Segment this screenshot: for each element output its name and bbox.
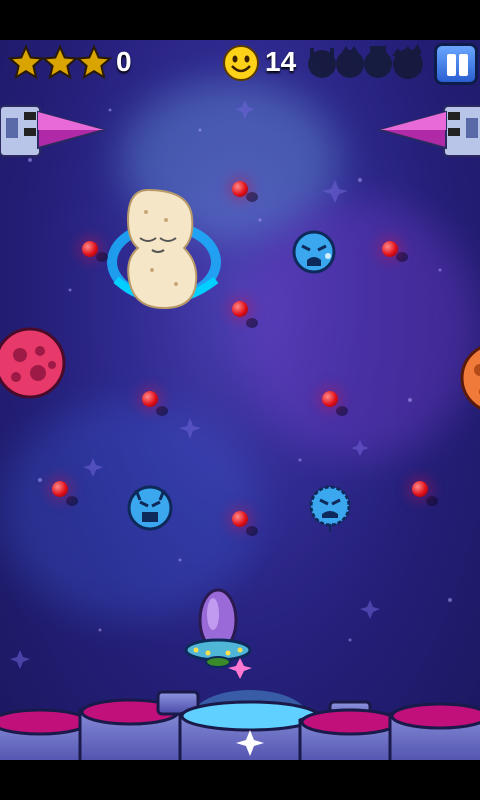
red-peg xyxy=(232,511,248,527)
right-launcher xyxy=(376,105,480,157)
red-peg xyxy=(322,391,338,407)
blue-monster-spiky xyxy=(309,485,351,532)
bucket xyxy=(0,708,92,760)
bucket xyxy=(388,702,480,760)
star-icon xyxy=(41,44,79,80)
pink-asteroid xyxy=(0,327,66,399)
game-area[interactable]: 0 14 xyxy=(0,40,480,760)
red-peg xyxy=(82,241,98,257)
screen: 0 14 xyxy=(0,0,480,800)
blue-monster-crying xyxy=(292,230,336,274)
monster-silhouette-icon xyxy=(364,46,392,78)
red-peg xyxy=(232,181,248,197)
red-peg xyxy=(52,481,68,497)
status-bar xyxy=(0,0,480,40)
monster-silhouette-icon xyxy=(392,44,423,79)
orange-asteroid xyxy=(460,346,480,410)
monster-silhouette-icon xyxy=(336,46,364,78)
pause-button[interactable] xyxy=(434,43,478,85)
left-launcher xyxy=(0,105,108,157)
smiley-count: 14 xyxy=(265,46,297,77)
star-rating xyxy=(8,44,113,80)
blue-monster-horned xyxy=(127,485,173,531)
red-peg xyxy=(382,241,398,257)
red-peg xyxy=(142,391,158,407)
red-peg xyxy=(412,481,428,497)
red-peg xyxy=(232,301,248,317)
smiley-icon xyxy=(223,45,259,81)
star-icon xyxy=(75,44,113,80)
monster-silhouette-icon xyxy=(308,48,336,78)
monsters-remaining xyxy=(308,44,423,79)
navigation-bar xyxy=(0,760,480,800)
bucket-row xyxy=(0,690,480,760)
star-icon xyxy=(8,44,45,80)
score-value: 0 xyxy=(116,46,132,77)
peanut-character xyxy=(107,188,221,310)
